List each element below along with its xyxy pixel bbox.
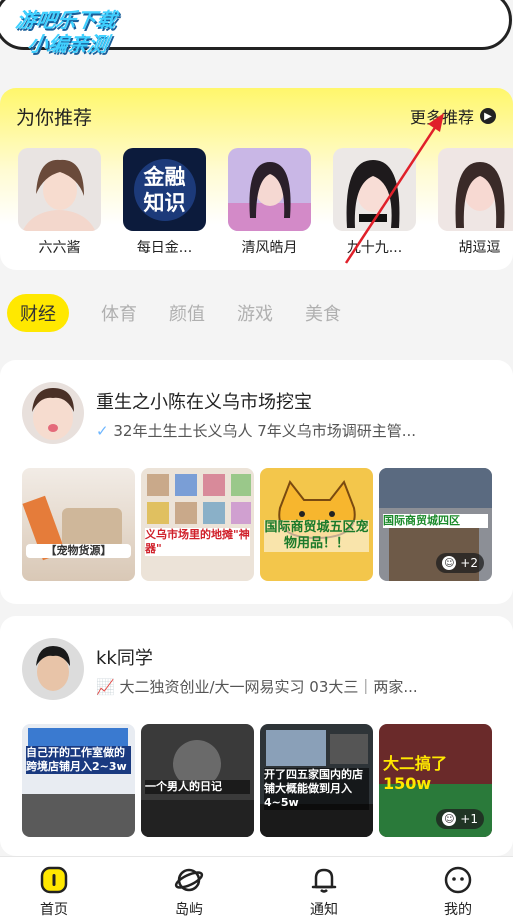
- planet-icon: [174, 868, 204, 892]
- recommend-list: 六六酱 金融知识 每日金... 清风皓月 九十九... 胡逗逗: [18, 148, 513, 257]
- post-image[interactable]: 一个男人的日记: [141, 724, 254, 837]
- tab-games[interactable]: 游戏: [237, 300, 273, 326]
- watermark-line1: 游吧乐下载: [14, 8, 119, 32]
- post-image[interactable]: 大二搞了150w ☺ +1: [379, 724, 492, 837]
- home-icon: [40, 866, 68, 894]
- nav-island[interactable]: 岛屿: [149, 865, 229, 919]
- post-image-caption: 一个男人的日记: [145, 780, 250, 794]
- nav-home-label: 首页: [40, 902, 68, 918]
- more-images-count: +2: [460, 556, 478, 570]
- recommend-item[interactable]: 六六酱: [18, 148, 101, 257]
- post-image[interactable]: 自己开的工作室做的跨境店铺月入2~3w: [22, 724, 135, 837]
- finance-logo-text: 金融知识: [133, 158, 196, 221]
- more-images-count: +1: [460, 812, 478, 826]
- post-image-caption: 国际商贸城四区: [383, 514, 488, 528]
- avatar: [228, 148, 311, 231]
- recommend-title: 为你推荐: [16, 107, 93, 129]
- more-images-badge: ☺ +2: [436, 553, 484, 573]
- tab-looks[interactable]: 颜值: [169, 300, 205, 326]
- post-subtitle-text: 大二独资创业/大一网易实习 03大三｜两家...: [119, 678, 418, 696]
- nav-profile[interactable]: 我的: [418, 865, 498, 919]
- more-images-badge: ☺ +1: [436, 809, 484, 829]
- nav-notify[interactable]: 通知: [284, 865, 364, 919]
- smile-icon: ☺: [442, 812, 457, 826]
- post-images: 自己开的工作室做的跨境店铺月入2~3w 一个男人的日记 开了四五家国内的店铺大概…: [22, 724, 492, 837]
- more-recommend-link[interactable]: 更多推荐 ▶: [410, 104, 496, 128]
- avatar[interactable]: [22, 382, 84, 444]
- category-tabs: 财经 体育 颜值 游戏 美食: [7, 294, 341, 332]
- avatar[interactable]: [22, 638, 84, 700]
- bell-icon: [311, 868, 337, 893]
- post-subtitle: ✓ 32年土生土长义乌人 7年义乌市场调研主管...: [96, 420, 416, 441]
- avatar: [18, 148, 101, 231]
- post-image-caption: 大二搞了150w: [383, 754, 448, 793]
- watermark-logo: 游吧乐下载 小编亲测: [10, 8, 178, 56]
- finance-logo: 金融知识: [123, 148, 206, 231]
- post-card[interactable]: 重生之小陈在义乌市场挖宝 ✓ 32年土生土长义乌人 7年义乌市场调研主管... …: [0, 360, 513, 604]
- recommend-name: 六六酱: [38, 240, 81, 256]
- nav-island-label: 岛屿: [175, 902, 203, 918]
- post-image[interactable]: 开了四五家国内的店铺大概能做到月入4~5w: [260, 724, 373, 837]
- post-image-caption: 国际商贸城五区宠物用品！！: [264, 520, 369, 552]
- post-author: kk同学: [96, 648, 153, 669]
- recommend-item[interactable]: 九十九...: [333, 148, 416, 257]
- tab-sports[interactable]: 体育: [101, 300, 137, 326]
- recommend-name: 胡逗逗: [458, 240, 501, 256]
- trend-icon: 📈: [96, 678, 115, 696]
- recommend-name: 清风皓月: [241, 240, 298, 256]
- post-images: 【宠物货源】 义乌市场里的地摊"神器" 国际商贸城五区宠物用品！！ 国际商贸城四…: [22, 468, 492, 581]
- recommend-name: 九十九...: [346, 240, 403, 256]
- post-image[interactable]: 【宠物货源】: [22, 468, 135, 581]
- recommend-name: 每日金...: [136, 240, 193, 256]
- more-recommend-label: 更多推荐: [409, 108, 474, 127]
- recommend-item[interactable]: 清风皓月: [228, 148, 311, 257]
- bottom-nav: 首页 岛屿 通知 我的: [0, 856, 513, 919]
- post-subtitle: 📈 大二独资创业/大一网易实习 03大三｜两家...: [96, 676, 418, 697]
- face-icon: [444, 866, 472, 894]
- smile-icon: ☺: [442, 556, 457, 570]
- post-image[interactable]: 义乌市场里的地摊"神器": [141, 468, 254, 581]
- tab-finance[interactable]: 财经: [7, 294, 69, 332]
- post-image-caption: 义乌市场里的地摊"神器": [145, 528, 250, 556]
- post-image-caption: 【宠物货源】: [26, 544, 131, 558]
- post-image[interactable]: 国际商贸城五区宠物用品！！: [260, 468, 373, 581]
- nav-profile-label: 我的: [444, 902, 472, 918]
- chevron-right-icon: ▶: [480, 108, 496, 124]
- avatar: [333, 148, 416, 231]
- recommend-item[interactable]: 胡逗逗: [438, 148, 513, 257]
- verified-icon: ✓: [96, 422, 109, 440]
- post-image-caption: 开了四五家国内的店铺大概能做到月入4~5w: [264, 768, 369, 810]
- post-card[interactable]: kk同学 📈 大二独资创业/大一网易实习 03大三｜两家... 自己开的工作室做…: [0, 616, 513, 856]
- post-author: 重生之小陈在义乌市场挖宝: [96, 392, 312, 413]
- post-image[interactable]: 国际商贸城四区 ☺ +2: [379, 468, 492, 581]
- tab-food[interactable]: 美食: [305, 300, 341, 326]
- watermark-line2: 小编亲测: [25, 32, 111, 56]
- recommend-item[interactable]: 金融知识 每日金...: [123, 148, 206, 257]
- nav-notify-label: 通知: [310, 902, 338, 918]
- avatar: [438, 148, 513, 231]
- post-subtitle-text: 32年土生土长义乌人 7年义乌市场调研主管...: [113, 422, 417, 440]
- post-image-caption: 自己开的工作室做的跨境店铺月入2~3w: [26, 746, 131, 774]
- nav-home[interactable]: 首页: [14, 865, 94, 919]
- top-bar: 游吧乐下载 小编亲测: [0, 0, 513, 58]
